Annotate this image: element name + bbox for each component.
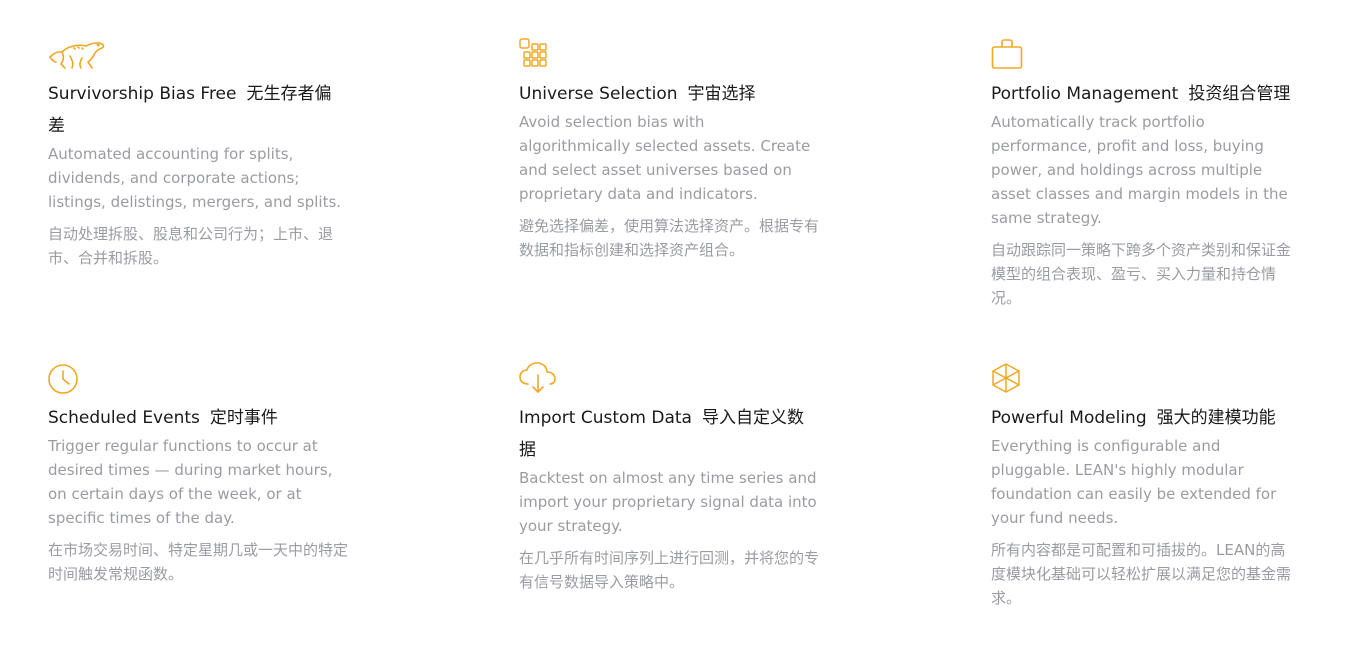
feature-description-zh: 自动处理拆股、股息和公司行为；上市、退市、合并和拆股。 <box>48 225 334 267</box>
feature-description-zh: 在市场交易时间、特定星期几或一天中的特定时间触发常规函数。 <box>48 541 349 583</box>
feature-title: Survivorship Bias Free 无生存者偏差 <box>48 78 348 142</box>
feature-title: Universe Selection 宇宙选择 <box>519 78 819 110</box>
feature-title: Import Custom Data 导入自定义数据 <box>519 402 819 466</box>
feature-portfolio-management: Portfolio Management 投资组合管理 Automatically… <box>991 38 1291 310</box>
feature-title: Powerful Modeling 强大的建模功能 <box>991 402 1291 434</box>
feature-title-zh: 投资组合管理 <box>1188 84 1291 104</box>
feature-title-en: Survivorship Bias Free <box>48 84 237 104</box>
feature-description-zh: 避免选择偏差，使用算法选择资产。根据专有数据和指标创建和选择资产组合。 <box>519 217 820 259</box>
feature-title-zh: 宇宙选择 <box>687 84 756 104</box>
feature-title-en: Import Custom Data <box>519 408 692 428</box>
feature-powerful-modeling: Powerful Modeling 强大的建模功能 Everything is c… <box>991 362 1291 610</box>
feature-title-en: Portfolio Management <box>991 84 1179 104</box>
feature-description-zh: 自动跟踪同一策略下跨多个资产类别和保证金模型的组合表现、盈亏、买入力量和持仓情况… <box>991 241 1292 307</box>
feature-description-zh: 在几乎所有时间序列上进行回测，并将您的专有信号数据导入策略中。 <box>519 549 820 591</box>
feature-title: Portfolio Management 投资组合管理 <box>991 78 1291 110</box>
feature-title: Scheduled Events 定时事件 <box>48 402 348 434</box>
feature-title-zh: 定时事件 <box>209 408 278 428</box>
clock-icon <box>48 362 348 394</box>
feature-description-zh: 所有内容都是可配置和可插拔的。LEAN的高度模块化基础可以轻松扩展以满足您的基金… <box>991 541 1292 607</box>
cloud-download-icon <box>519 362 819 394</box>
feature-universe-selection: Universe Selection 宇宙选择 Avoid selection b… <box>519 38 819 262</box>
feature-scheduled-events: Scheduled Events 定时事件 Trigger regular fun… <box>48 362 348 586</box>
feature-description-en: Backtest on almost any time series and i… <box>519 469 817 535</box>
feature-description-en: Automatically track portfolio performanc… <box>991 113 1288 227</box>
feature-import-custom-data: Import Custom Data 导入自定义数据 Backtest on al… <box>519 362 819 594</box>
feature-description-en: Trigger regular functions to occur at de… <box>48 437 333 527</box>
feature-survivorship-bias-free: Survivorship Bias Free 无生存者偏差 Automated a… <box>48 38 348 270</box>
feature-description-en: Avoid selection bias with algorithmicall… <box>519 113 811 203</box>
grid-icon <box>519 38 819 70</box>
feature-title-en: Scheduled Events <box>48 408 200 428</box>
cube-icon <box>991 362 1291 394</box>
feature-title-zh: 强大的建模功能 <box>1156 408 1276 428</box>
cheetah-icon <box>48 38 348 70</box>
feature-description-en: Automated accounting for splits, dividen… <box>48 145 342 211</box>
briefcase-icon <box>991 38 1291 70</box>
feature-title-en: Powerful Modeling <box>991 408 1147 428</box>
feature-title-en: Universe Selection <box>519 84 678 104</box>
feature-description-en: Everything is configurable and pluggable… <box>991 437 1277 527</box>
